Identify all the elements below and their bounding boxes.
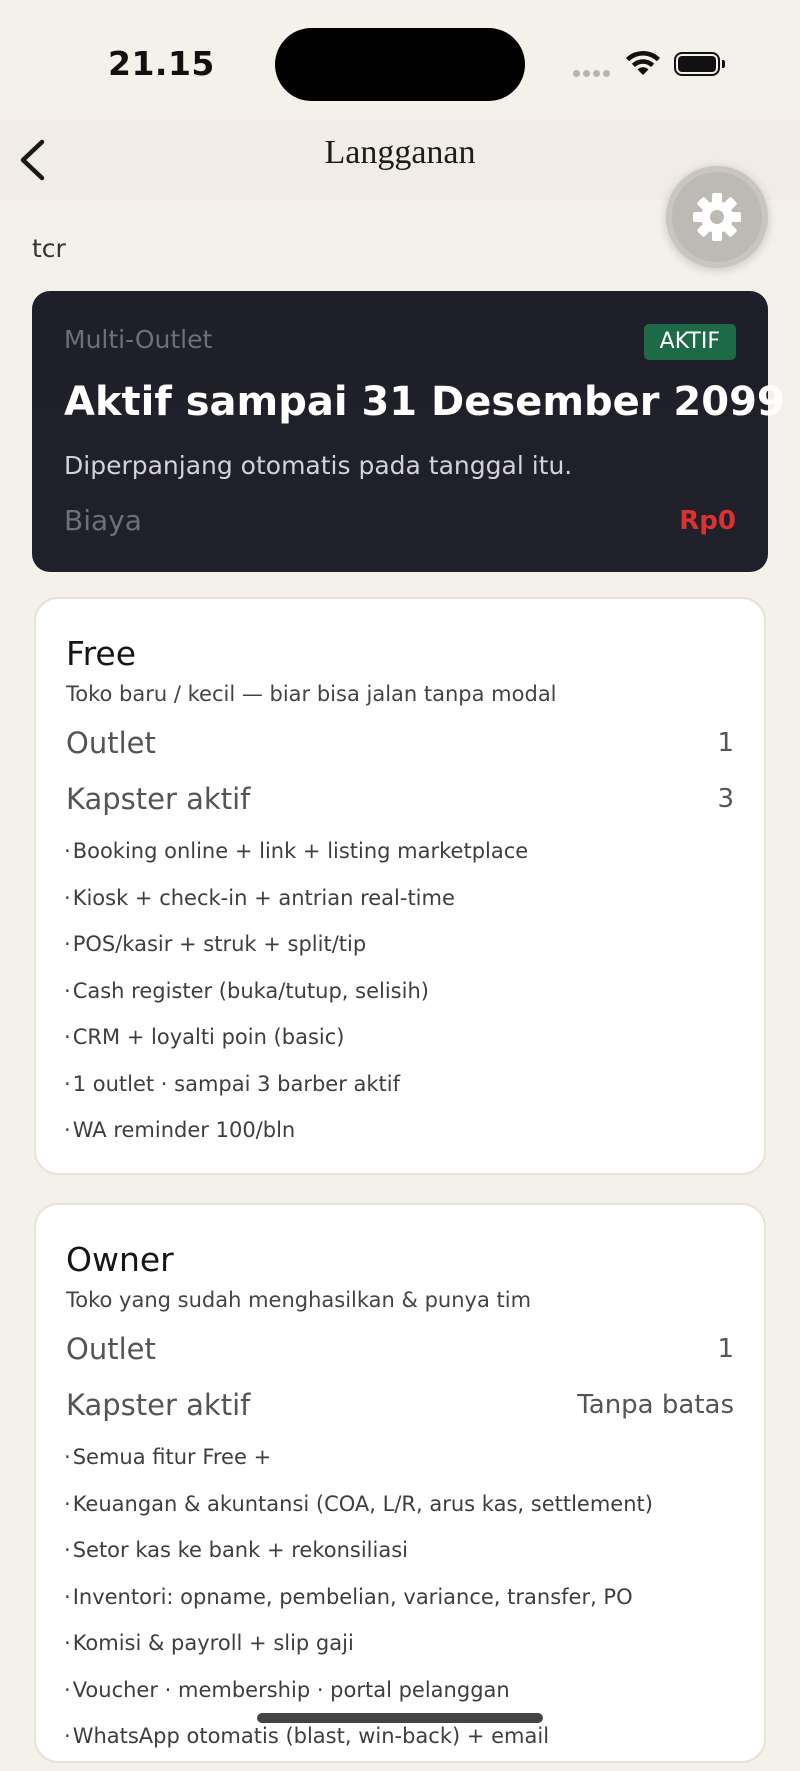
status-badge: AKTIF (643, 324, 736, 360)
battery-icon (674, 52, 725, 76)
settings-button[interactable] (666, 166, 768, 268)
home-indicator (257, 1713, 543, 1723)
feature-item: ·Semua fitur Free + (64, 1445, 272, 1469)
plan-card-free[interactable]: Free Toko baru / kecil — biar bisa jalan… (34, 597, 766, 1175)
feature-item: ·WhatsApp otomatis (blast, win-back) + e… (64, 1724, 550, 1748)
row-value: 1 (717, 728, 734, 758)
feature-item: ·POS/kasir + struk + split/tip (64, 932, 367, 956)
feature-item: ·Komisi & payroll + slip gaji (64, 1631, 354, 1655)
row-value: 3 (717, 784, 734, 814)
cost-value: Rp0 (679, 506, 736, 536)
current-subscription-card: Multi-Outlet AKTIF Aktif sampai 31 Desem… (32, 291, 785, 572)
status-time: 21.15 (108, 44, 215, 83)
plan-row-kapster: Kapster aktif 3 (66, 782, 734, 822)
feature-item: ·CRM + loyalti poin (basic) (64, 1025, 345, 1049)
feature-item: ·Inventori: opname, pembelian, variance,… (64, 1584, 633, 1609)
wifi-icon (625, 49, 661, 81)
plan-name: Owner (66, 1240, 174, 1279)
shop-name: tcr (32, 234, 66, 263)
feature-item: ·WA reminder 100/bln (64, 1118, 296, 1142)
plan-name: Free (66, 634, 137, 673)
plan-description: Toko baru / kecil — biar bisa jalan tanp… (66, 682, 557, 706)
plan-row-outlet: Outlet 1 (66, 726, 734, 766)
plan-description: Toko yang sudah menghasilkan & punya tim (66, 1288, 532, 1312)
feature-list: ·Booking online + link + listing marketp… (64, 839, 528, 1165)
cellular-signal-icon (573, 70, 613, 78)
feature-item: ·Booking online + link + listing marketp… (64, 839, 529, 863)
feature-item: ·Setor kas ke bank + rekonsiliasi (64, 1538, 408, 1562)
feature-item: ·Keuangan & akuntansi (COA, L/R, arus ka… (64, 1491, 653, 1516)
active-until-text: Aktif sampai 31 Desember 2099 (64, 379, 785, 425)
plan-row-outlet: Outlet 1 (66, 1332, 734, 1372)
feature-item: ·Kiosk + check-in + antrian real-time (64, 885, 455, 910)
page-title: Langganan (324, 134, 476, 171)
gear-icon (693, 193, 741, 241)
plan-row-kapster: Kapster aktif Tanpa batas (66, 1388, 734, 1428)
feature-item: ·Cash register (buka/tutup, selisih) (64, 978, 429, 1003)
row-value: 1 (717, 1334, 734, 1364)
renewal-note: Diperpanjang otomatis pada tanggal itu. (64, 451, 573, 480)
plan-card-owner[interactable]: Owner Toko yang sudah menghasilkan & pun… (34, 1203, 766, 1763)
dynamic-island (275, 28, 525, 101)
plan-type-label: Multi-Outlet (64, 325, 213, 354)
cost-label: Biaya (64, 504, 142, 537)
row-label: Outlet (66, 1332, 156, 1366)
row-label: Kapster aktif (66, 782, 251, 816)
row-value: Tanpa batas (577, 1390, 734, 1420)
status-bar: 21.15 (0, 0, 800, 130)
feature-item: ·1 outlet · sampai 3 barber aktif (64, 1071, 401, 1096)
row-label: Outlet (66, 726, 156, 760)
row-label: Kapster aktif (66, 1388, 251, 1422)
